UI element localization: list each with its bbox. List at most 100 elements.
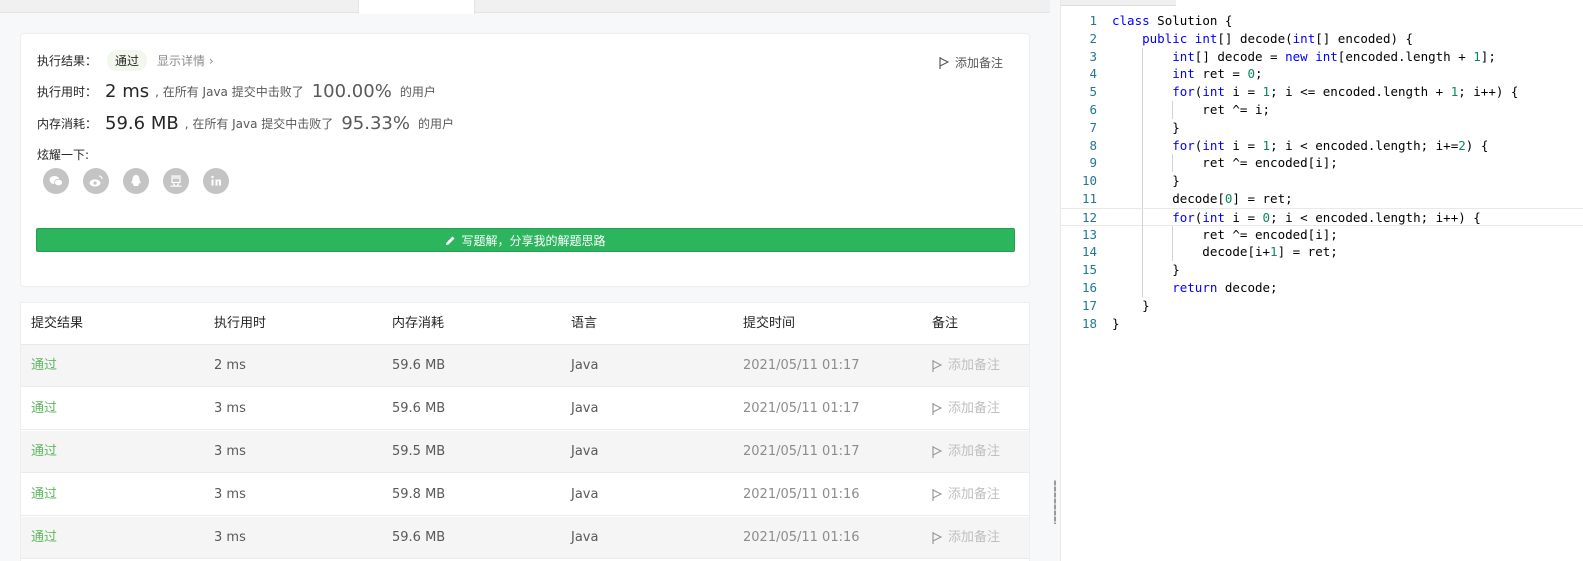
row-submitted: 2021/05/11 01:17 (743, 358, 860, 373)
code-text[interactable]: for(int i = 1; i <= encoded.length + 1; … (1112, 83, 1518, 101)
row-language: Java (571, 530, 599, 545)
share-row: 炫耀一下: (37, 146, 89, 163)
table-row[interactable]: 通过 3 ms 59.5 MB Java 2021/05/11 01:17 添加… (21, 431, 1029, 473)
memory-percentile: 95.33% (341, 113, 410, 134)
code-text[interactable]: public int[] decode(int[] encoded) { (1112, 30, 1413, 48)
code-text[interactable]: int ret = 0; (1112, 65, 1262, 83)
add-note-button[interactable]: 添加备注 (939, 54, 1003, 71)
row-status[interactable]: 通过 (31, 388, 57, 430)
code-text[interactable]: decode[0] = ret; (1112, 190, 1292, 208)
row-note-label: 添加备注 (948, 358, 1001, 373)
pane-divider[interactable] (1050, 0, 1060, 561)
flag-icon (932, 532, 942, 544)
tab-submissions[interactable] (358, 0, 475, 14)
table-row[interactable]: 通过 2 ms 59.6 MB Java 2021/05/11 01:17 添加… (21, 345, 1029, 387)
code-line[interactable]: 1 class Solution { (1061, 12, 1583, 30)
memory-row: 内存消耗： 59.6 MB , 在所有 Java 提交中击败了 95.33% 的… (37, 113, 454, 134)
header-runtime[interactable]: 执行用时 (214, 303, 266, 345)
row-status[interactable]: 通过 (31, 345, 57, 387)
code-editor[interactable]: 1 class Solution {2 public int[] decode(i… (1060, 0, 1583, 561)
row-add-note-button[interactable]: 添加备注 (932, 431, 1000, 473)
code-line[interactable]: 15 } (1061, 261, 1583, 279)
code-text[interactable]: ret ^= encoded[i]; (1112, 226, 1337, 244)
code-line[interactable]: 13 ret ^= encoded[i]; (1061, 225, 1583, 244)
runtime-value: 2 ms (105, 81, 150, 102)
row-submitted: 2021/05/11 01:17 (743, 444, 860, 459)
code-line[interactable]: 10 } (1061, 172, 1583, 190)
code-text[interactable]: for(int i = 1; i < encoded.length; i+=2)… (1112, 137, 1488, 155)
code-line[interactable]: 4 int ret = 0; (1061, 65, 1583, 84)
code-lines[interactable]: 1 class Solution {2 public int[] decode(i… (1061, 12, 1583, 332)
code-line[interactable]: 6 ret ^= i; (1061, 100, 1583, 119)
code-line[interactable]: 14 decode[i+1] = ret; (1061, 243, 1583, 262)
editor-tab[interactable] (1061, 0, 1176, 6)
row-memory: 59.6 MB (392, 530, 446, 545)
wechat-icon[interactable] (43, 168, 69, 194)
linkedin-icon[interactable] (203, 168, 229, 194)
flag-icon (932, 403, 942, 415)
code-text[interactable]: ret ^= encoded[i]; (1112, 154, 1337, 172)
row-add-note-button[interactable]: 添加备注 (932, 517, 1000, 559)
status-label: 执行结果： (37, 54, 98, 68)
code-text[interactable]: for(int i = 0; i < encoded.length; i++) … (1112, 209, 1481, 227)
code-line[interactable]: 17 } (1061, 297, 1583, 315)
code-line[interactable]: 16 return decode; (1061, 278, 1583, 297)
header-language[interactable]: 语言 (571, 303, 597, 345)
row-status[interactable]: 通过 (31, 517, 57, 559)
line-number: 12 (1081, 209, 1097, 225)
code-line[interactable]: 5 for(int i = 1; i <= encoded.length + 1… (1061, 83, 1583, 101)
code-line[interactable]: 2 public int[] decode(int[] encoded) { (1061, 30, 1583, 48)
code-line[interactable]: 3 int[] decode = new int[encoded.length … (1061, 47, 1583, 66)
douban-icon[interactable] (163, 168, 189, 194)
write-solution-button[interactable]: 写题解，分享我的解题思路 (36, 228, 1015, 252)
code-text[interactable]: class Solution { (1112, 12, 1232, 30)
row-language: Java (571, 401, 599, 416)
header-submitted[interactable]: 提交时间 (743, 303, 795, 345)
code-line[interactable]: 18} (1061, 315, 1583, 333)
code-line[interactable]: 9 ret ^= encoded[i]; (1061, 154, 1583, 173)
header-memory[interactable]: 内存消耗 (392, 303, 444, 345)
code-line[interactable]: 11 decode[0] = ret; (1061, 189, 1583, 208)
table-row[interactable]: 通过 3 ms 59.8 MB Java 2021/05/11 01:16 添加… (21, 474, 1029, 516)
memory-beat-text: , 在所有 Java 提交中击败了 (184, 117, 334, 131)
resize-handle[interactable] (1054, 480, 1056, 524)
header-status[interactable]: 提交结果 (31, 303, 83, 345)
code-text[interactable]: } (1112, 315, 1120, 333)
code-text[interactable]: } (1112, 297, 1150, 315)
row-add-note-button[interactable]: 添加备注 (932, 345, 1000, 387)
line-number: 17 (1081, 297, 1097, 313)
header-notes: 备注 (932, 316, 959, 331)
result-card: 执行结果： 通过 显示详情 › 添加备注 执行用时： 2 ms , 在所有 Ja… (20, 33, 1030, 287)
code-text[interactable]: } (1112, 261, 1180, 279)
code-text[interactable]: } (1112, 172, 1180, 190)
code-line[interactable]: 8 for(int i = 1; i < encoded.length; i+=… (1061, 136, 1583, 155)
status-badge: 通过 (107, 50, 148, 71)
line-number: 3 (1089, 48, 1097, 64)
submission-panel: 执行结果： 通过 显示详情 › 添加备注 执行用时： 2 ms , 在所有 Ja… (0, 0, 1050, 561)
code-text[interactable]: decode[i+1] = ret; (1112, 243, 1338, 261)
row-note-label: 添加备注 (948, 444, 1001, 459)
code-line[interactable]: 7 } (1061, 118, 1583, 137)
row-note-label: 添加备注 (948, 530, 1001, 545)
code-text[interactable]: } (1112, 119, 1180, 137)
submissions-table: 提交结果 执行用时 内存消耗 语言 提交时间 备注 通过 2 ms 59.6 M… (20, 302, 1030, 561)
row-memory: 59.5 MB (392, 444, 446, 459)
flag-icon (939, 56, 949, 69)
table-row[interactable]: 通过 3 ms 59.6 MB Java 2021/05/11 01:16 添加… (21, 517, 1029, 559)
qq-icon[interactable] (123, 168, 149, 194)
weibo-icon[interactable] (83, 168, 109, 194)
show-details-link[interactable]: 显示详情 › (157, 52, 214, 69)
row-add-note-button[interactable]: 添加备注 (932, 388, 1000, 430)
row-status[interactable]: 通过 (31, 474, 57, 516)
code-text[interactable]: int[] decode = new int[encoded.length + … (1112, 48, 1496, 66)
code-line[interactable]: 12 for(int i = 0; i < encoded.length; i+… (1061, 207, 1583, 227)
code-text[interactable]: ret ^= i; (1112, 101, 1270, 119)
row-submitted: 2021/05/11 01:16 (743, 487, 860, 502)
code-text[interactable]: return decode; (1112, 279, 1277, 297)
runtime-percentile: 100.00% (311, 81, 392, 102)
line-number: 13 (1081, 226, 1097, 242)
row-status[interactable]: 通过 (31, 431, 57, 473)
row-add-note-button[interactable]: 添加备注 (932, 474, 1000, 516)
table-row[interactable]: 通过 3 ms 59.6 MB Java 2021/05/11 01:17 添加… (21, 388, 1029, 430)
row-memory: 59.6 MB (392, 401, 446, 416)
